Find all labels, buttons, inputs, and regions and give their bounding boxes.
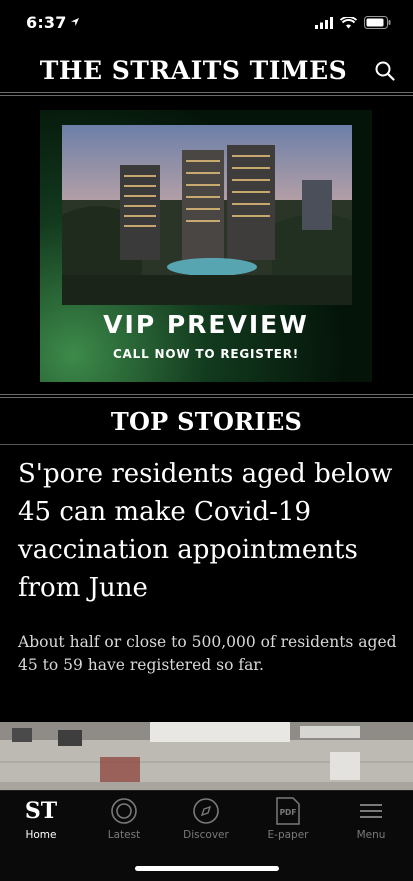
section-title: TOP STORIES — [110, 407, 303, 436]
pdf-badge: PDF — [280, 808, 297, 817]
location-arrow-icon — [71, 18, 79, 26]
pdf-icon: PDF — [276, 797, 300, 825]
status-bar: 6:37 — [0, 0, 413, 46]
tab-menu[interactable]: Menu — [336, 797, 406, 841]
app-title: THE STRAITS TIMES — [39, 56, 348, 85]
ad-property-image — [62, 125, 352, 305]
wifi-icon — [340, 16, 357, 28]
battery-icon — [364, 16, 391, 29]
story-summary[interactable]: About half or close to 500,000 of reside… — [18, 631, 403, 677]
tab-menu-label: Menu — [356, 829, 386, 841]
hamburger-icon — [360, 804, 382, 818]
section-header: TOP STORIES — [0, 404, 413, 442]
section-divider — [0, 444, 413, 445]
tab-epaper-label: E-paper — [267, 829, 309, 841]
app-header: THE STRAITS TIMES — [0, 52, 413, 92]
compass-icon — [193, 798, 219, 824]
story-headline[interactable]: S'pore residents aged below 45 can make … — [18, 455, 398, 607]
status-time: 6:37 — [26, 13, 67, 32]
search-icon[interactable] — [375, 61, 395, 81]
ad-title: VIP PREVIEW — [103, 310, 309, 339]
header-divider — [0, 92, 413, 93]
tab-home[interactable]: ST Home — [6, 797, 76, 841]
ad-subtitle: CALL NOW TO REGISTER! — [112, 347, 300, 361]
st-logo-icon: ST — [24, 798, 58, 824]
story-image[interactable] — [0, 722, 413, 794]
bottom-tab-bar: ST Home Latest Discover PDF E-paper Menu — [0, 790, 413, 881]
tab-home-label: Home — [25, 829, 57, 841]
tab-latest-label: Latest — [107, 829, 141, 841]
tab-latest[interactable]: Latest — [89, 797, 159, 841]
latest-icon — [111, 798, 137, 824]
cellular-signal-icon — [315, 16, 333, 29]
section-divider — [0, 397, 413, 398]
tab-discover-label: Discover — [183, 829, 229, 841]
home-indicator[interactable] — [135, 866, 279, 871]
advertisement-banner[interactable]: VIP PREVIEW CALL NOW TO REGISTER! — [40, 110, 372, 382]
tab-epaper[interactable]: PDF E-paper — [253, 797, 323, 841]
tab-discover[interactable]: Discover — [171, 797, 241, 841]
header-divider — [0, 95, 413, 96]
section-divider — [0, 394, 413, 395]
